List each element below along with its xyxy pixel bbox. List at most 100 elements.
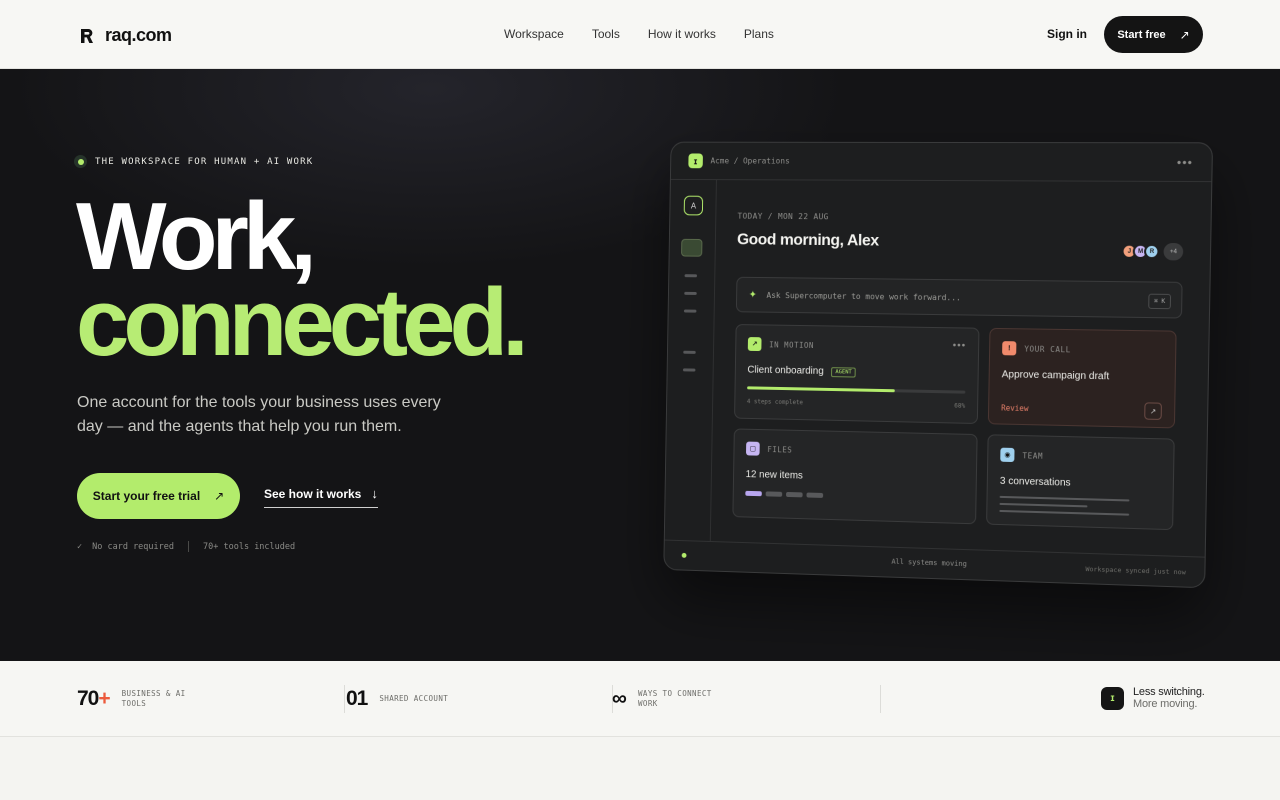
stat-value: ∞: [612, 687, 627, 710]
ask-placeholder: Ask Supercomputer to move work forward..…: [766, 290, 961, 302]
stat-number: 70+: [77, 687, 111, 711]
avatar: R: [1144, 243, 1160, 260]
tagline-line-2: More moving.: [1133, 698, 1198, 710]
brand-name: raq.com: [105, 25, 172, 45]
top-nav: raq.com Workspace Tools How it works Pla…: [0, 0, 1280, 69]
stat-value: 70: [77, 687, 99, 710]
mockup-topbar: ɪ Acme / Operations •••: [670, 142, 1212, 183]
mockup-date: TODAY / MON 22 AUG: [737, 211, 829, 222]
sparkle-icon: ✦: [748, 289, 757, 301]
rail-active-item-icon: [681, 238, 703, 257]
card-title: Approve campaign draft: [1001, 369, 1110, 383]
nav-link-workspace[interactable]: Workspace: [504, 27, 564, 41]
open-arrow-icon: ↗: [1144, 402, 1162, 420]
card-label: IN MOTION: [769, 339, 815, 350]
nav-link-tools[interactable]: Tools: [592, 27, 620, 41]
arrow-up-right-icon: ↗: [1179, 27, 1190, 42]
hero-subcopy: One account for the tools your business …: [77, 394, 441, 435]
meta-divider: [188, 541, 190, 552]
mockup-window: ɪ Acme / Operations ••• A TODAY / MON 22…: [663, 141, 1214, 589]
nav-link-how-it-works[interactable]: How it works: [648, 27, 716, 41]
eyebrow-text: THE WORKSPACE FOR HUMAN + AI WORK: [95, 156, 314, 167]
stat-value: 01: [346, 687, 368, 710]
file-chip: [806, 492, 824, 498]
rail-item-icon: [684, 291, 697, 295]
card-title: Client onboarding: [747, 364, 824, 377]
rail-item-icon: [683, 309, 697, 313]
dashboard-mockup: ɪ Acme / Operations ••• A TODAY / MON 22…: [663, 141, 1214, 589]
team-icon: ◉: [1000, 447, 1015, 463]
card-team: ◉ TEAM 3 conversations: [986, 434, 1175, 531]
file-chip: [786, 491, 803, 498]
card-your-call: ! YOUR CALL Approve campaign draft Revie…: [987, 327, 1177, 429]
meta-tools-included: 70+ tools included: [203, 541, 296, 552]
tagline: ɪ Less switching. More moving.: [1101, 686, 1205, 710]
more-options-icon: •••: [952, 340, 967, 352]
cta-primary-label: Start your free trial: [92, 489, 201, 503]
check-icon: ✓: [77, 541, 83, 552]
hero-section: THE WORKSPACE FOR HUMAN + AI WORK Work, …: [0, 69, 1280, 661]
more-options-icon: •••: [1176, 155, 1194, 170]
arrow-up-right-icon: ↗: [214, 489, 225, 503]
hero-meta: ✓ No card required 70+ tools included: [77, 541, 295, 552]
sign-in-link[interactable]: Sign in: [1047, 27, 1087, 41]
stat-tools: 70+ BUSINESS & AI TOOLS: [77, 661, 202, 737]
status-dot-icon: [74, 155, 87, 168]
start-free-label: Start free: [1117, 28, 1166, 41]
stat-suffix: +: [98, 687, 110, 710]
start-free-button[interactable]: Start free ↗: [1104, 16, 1203, 53]
stat-divider: [344, 685, 345, 713]
conversation-lines: [999, 495, 1130, 521]
rail-avatar: A: [683, 195, 704, 216]
headline-line-2: connected.: [76, 269, 529, 376]
progress-bar: [747, 386, 966, 394]
mockup-breadcrumb: Acme / Operations: [710, 156, 790, 166]
rail-item-icon: [684, 274, 698, 278]
stat-account: 01 SHARED ACCOUNT: [346, 661, 459, 737]
card-files: ▢ FILES 12 new items: [732, 428, 978, 525]
conversation-line: [999, 509, 1130, 516]
file-chip: [745, 490, 762, 497]
files-icon: ▢: [745, 441, 760, 456]
file-chips: [745, 490, 824, 498]
card-title: 3 conversations: [999, 475, 1071, 489]
eyebrow: THE WORKSPACE FOR HUMAN + AI WORK: [74, 155, 313, 168]
conversation-line: [999, 495, 1130, 502]
agent-badge: AGENT: [831, 366, 856, 378]
alert-icon: !: [1002, 341, 1017, 356]
arrow-down-icon: ↓: [371, 486, 378, 501]
stat-label: WAYS TO CONNECT WORK: [637, 689, 712, 708]
ask-bar: ✦ Ask Supercomputer to move work forward…: [735, 276, 1183, 319]
stat-label: BUSINESS & AI TOOLS: [121, 689, 186, 708]
rail-item-icon: [683, 350, 696, 354]
progress-steps: 4 steps complete: [746, 398, 804, 407]
stat-divider: [880, 685, 881, 713]
motion-arrow-icon: ↗: [747, 337, 762, 352]
cta-secondary-label: See how it works: [264, 486, 362, 501]
card-label: YOUR CALL: [1024, 343, 1072, 354]
card-title: 12 new items: [745, 469, 803, 482]
stats-strip: 70+ BUSINESS & AI TOOLS 01 SHARED ACCOUN…: [0, 661, 1280, 737]
rail-item-icon: [682, 368, 696, 372]
progress-fill: [747, 386, 895, 393]
mockup-footer: All systems moving Workspace synced just…: [664, 539, 1205, 588]
shortcut-badge: ⌘ K: [1148, 293, 1172, 310]
start-free-trial-button[interactable]: Start your free trial ↗: [77, 473, 240, 519]
team-avatars: J M R +4: [1121, 242, 1184, 261]
brand-logo[interactable]: raq.com: [80, 25, 172, 46]
avatars-more-badge: +4: [1163, 242, 1184, 261]
nav-link-plans[interactable]: Plans: [744, 27, 774, 41]
card-label: TEAM: [1022, 450, 1044, 461]
workspace-icon: ɪ: [688, 153, 703, 169]
stat-label: SHARED ACCOUNT: [379, 694, 449, 703]
card-label: FILES: [767, 444, 793, 455]
see-how-it-works-link[interactable]: See how it works ↓: [264, 486, 378, 508]
primary-nav: Workspace Tools How it works Plans: [504, 27, 774, 41]
conversation-line: [999, 502, 1088, 508]
review-link: Review: [1001, 403, 1029, 414]
brand-mark-icon: ɪ: [1101, 686, 1124, 710]
raq-logo-icon: [80, 28, 94, 44]
stat-ways: ∞ WAYS TO CONNECT WORK: [612, 661, 718, 737]
meta-no-card: No card required: [92, 541, 175, 552]
file-chip: [765, 491, 783, 497]
